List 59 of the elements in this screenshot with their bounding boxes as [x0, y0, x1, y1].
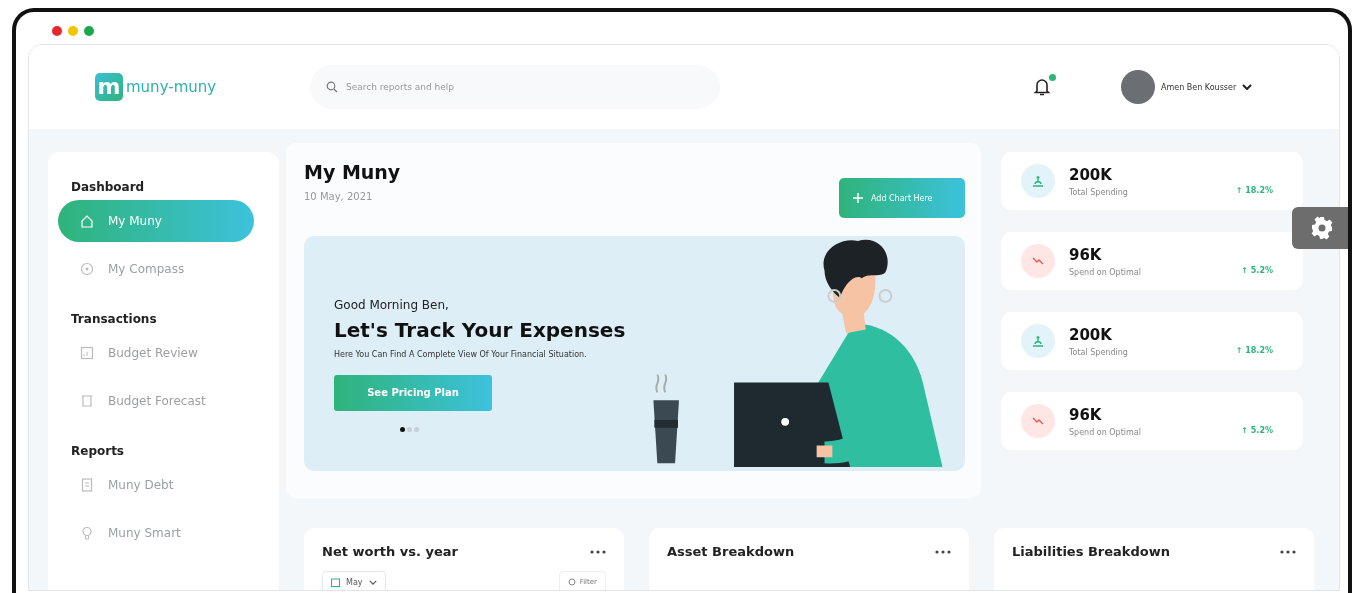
stat-label: Spend on Optimal	[1069, 427, 1142, 437]
page-date: 10 May, 2021	[304, 191, 374, 202]
month-dropdown[interactable]: May	[322, 571, 386, 590]
stat-change: ↑ 18.2%	[1235, 345, 1273, 355]
stat-value: 96K	[1069, 405, 1103, 424]
pager-dot[interactable]	[400, 426, 405, 432]
sidebar-item[interactable]: My Muny	[58, 200, 254, 242]
stat-value: 96K	[1069, 245, 1103, 264]
house-icon	[80, 214, 94, 228]
pricing-plan-button[interactable]: See Pricing Plan	[334, 374, 492, 411]
add-chart-button[interactable]: Add Chart Here	[839, 178, 965, 218]
bulb-icon	[80, 526, 94, 540]
section-title: Transactions	[71, 312, 158, 326]
section-title: Reports	[71, 444, 125, 458]
calendar-icon	[331, 577, 340, 587]
sidebar-item[interactable]: My Compass	[58, 248, 269, 290]
settings-icon	[1310, 216, 1334, 240]
sidebar-item[interactable]: Muny Smart	[58, 512, 269, 554]
bell-icon[interactable]	[1033, 77, 1051, 97]
pager-dot[interactable]	[414, 426, 419, 432]
pager-dot[interactable]	[407, 426, 412, 432]
settings-button[interactable]	[1292, 207, 1348, 249]
compass-icon	[80, 262, 94, 276]
stat-value: 200K	[1069, 165, 1113, 184]
card-title: Net worth vs. year	[322, 544, 458, 559]
more-icon[interactable]	[935, 549, 951, 554]
sidebar-item[interactable]: Budget Forecast	[58, 380, 269, 422]
stat-label: Total Spending	[1069, 187, 1129, 197]
window-control-dot[interactable]	[84, 26, 94, 36]
stat-value: 200K	[1069, 325, 1113, 344]
avatar	[1121, 70, 1155, 104]
user-menu[interactable]: Amen Ben Kousser	[1121, 70, 1253, 104]
window-control-dot[interactable]	[52, 26, 62, 36]
banner-subtitle: Here You Can Find A Complete View Of Your Financial Situation.	[334, 349, 588, 359]
stat-change: ↑ 18.2%	[1235, 185, 1273, 195]
section-title: Dashboard	[71, 180, 146, 194]
chevron-down-icon	[1242, 84, 1253, 90]
chevron-down-icon	[368, 579, 377, 585]
sidebar-item[interactable]: Budget Review	[58, 332, 269, 374]
stat-change: ↑ 5.2%	[1241, 265, 1273, 275]
stat-label: Spend on Optimal	[1069, 267, 1142, 277]
document-icon	[80, 478, 94, 492]
banner-headline: Let's Track Your Expenses	[334, 317, 626, 342]
stat-change: ↑ 5.2%	[1241, 425, 1273, 435]
more-icon[interactable]	[1280, 549, 1296, 554]
stat-label: Total Spending	[1069, 347, 1129, 357]
plus-icon	[853, 193, 863, 203]
logo-text: muny-muny	[126, 78, 217, 96]
sidebar-item[interactable]: Muny Debt	[58, 464, 269, 506]
card-title: Liabilities Breakdown	[1012, 544, 1170, 559]
search-field[interactable]: Search reports and help	[310, 65, 720, 109]
chart-icon	[80, 346, 94, 360]
window-control-dot[interactable]	[68, 26, 78, 36]
page-title: My Muny	[304, 161, 401, 183]
greeting-text: Good Morning Ben,	[334, 297, 450, 312]
more-icon[interactable]	[590, 549, 606, 554]
tray-icon	[80, 394, 94, 408]
card-title: Asset Breakdown	[667, 544, 795, 559]
logo-mark: m	[95, 73, 123, 101]
